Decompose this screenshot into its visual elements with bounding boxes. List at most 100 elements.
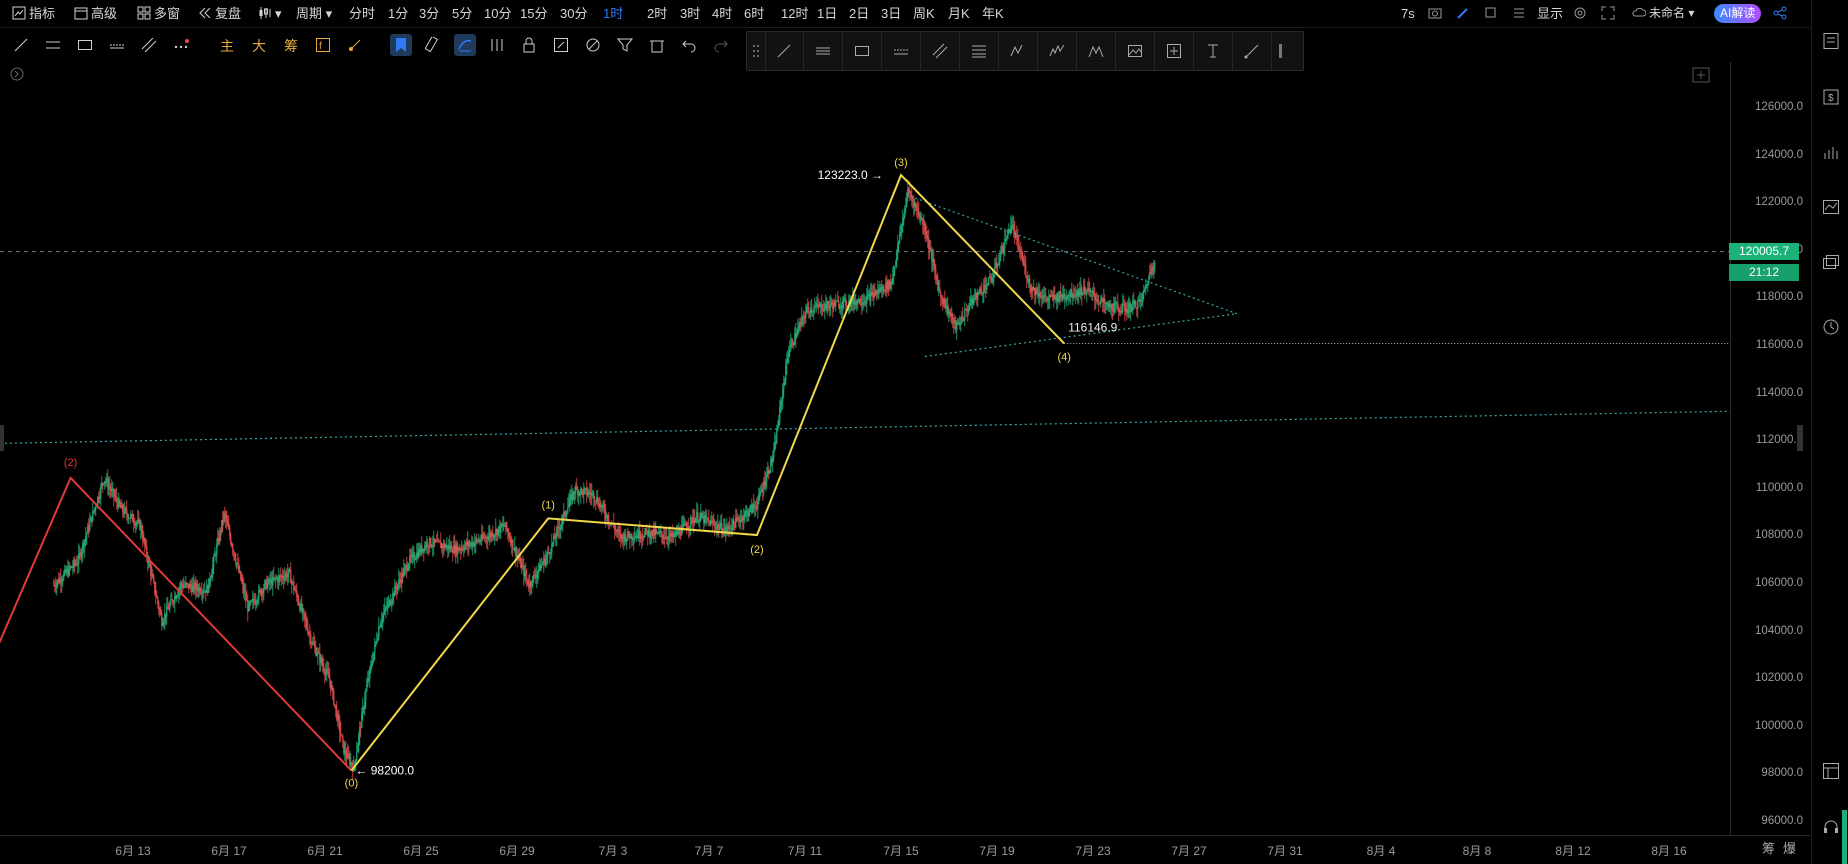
camera-icon[interactable] <box>1428 0 1445 27</box>
hline-tool-icon[interactable] <box>42 34 64 56</box>
edit-icon[interactable] <box>550 34 572 56</box>
price-chart[interactable]: (2) (0) (1) (2) (3) (4) 123223.0 → ← 98200.0 116… <box>0 62 1731 835</box>
period-9[interactable]: 3时 <box>680 0 700 27</box>
display-button[interactable]: 显示 <box>1537 0 1563 27</box>
candle-body <box>823 309 825 311</box>
candle-body <box>939 288 941 293</box>
more-tools-icon[interactable] <box>170 34 192 56</box>
depth-icon[interactable] <box>1822 198 1840 216</box>
period-16[interactable]: 周K <box>913 0 935 27</box>
scroll-indicator[interactable] <box>1842 810 1847 864</box>
candle-body <box>909 189 911 194</box>
period-14[interactable]: 2日 <box>849 0 869 27</box>
candle-body <box>333 690 335 705</box>
candle-body <box>367 679 369 686</box>
price-tick: 102000.0 <box>1755 672 1803 685</box>
period-5[interactable]: 15分 <box>520 0 547 27</box>
chips-toggle[interactable]: 筹 <box>284 36 298 56</box>
brush-icon[interactable] <box>344 34 366 56</box>
price-range-tool-icon[interactable] <box>106 34 128 56</box>
period-15[interactable]: 3日 <box>881 0 901 27</box>
replay-button[interactable]: 复盘 <box>198 0 241 27</box>
indicators-button[interactable]: 指标 <box>12 0 55 27</box>
pen-icon[interactable] <box>1456 0 1473 27</box>
candle-body <box>169 604 171 610</box>
candle-body <box>784 380 786 384</box>
bars-icon[interactable] <box>486 34 508 56</box>
period-12[interactable]: 12时 <box>781 0 808 27</box>
candle-body <box>156 595 158 598</box>
multi-window-button[interactable]: 多窗 <box>137 0 180 27</box>
layout-name-dropdown[interactable]: 未命名 ▾ <box>1632 0 1694 27</box>
period-11[interactable]: 6时 <box>744 0 764 27</box>
candle-body <box>643 537 645 539</box>
right-sidebar: $ <box>1811 0 1848 864</box>
period-13[interactable]: 1日 <box>817 0 837 27</box>
candle-body <box>306 621 308 628</box>
candle-body <box>340 732 342 736</box>
right-panel-handle[interactable] <box>1797 425 1803 451</box>
analysis-icon[interactable] <box>1822 144 1840 162</box>
candle-body <box>245 592 247 601</box>
top-toolbar: 指标 高级 多窗 复盘 ▾ 周期 ▾ 分时 1分 3分 5分 10分 15分 30分 1时 2时… <box>0 0 1848 28</box>
period-0[interactable]: 分时 <box>349 0 375 27</box>
ai-analyze-button[interactable]: AI解读 <box>1714 4 1762 23</box>
period-4[interactable]: 10分 <box>484 0 511 27</box>
filter-icon[interactable] <box>614 34 636 56</box>
headset-icon[interactable] <box>1822 818 1840 836</box>
list-icon[interactable] <box>1512 0 1529 27</box>
lock-icon[interactable] <box>518 34 540 56</box>
period-7[interactable]: 1时 <box>603 0 623 27</box>
candle-body <box>895 261 897 267</box>
fullscreen-icon[interactable] <box>1601 0 1618 27</box>
price-tick: 108000.0 <box>1755 529 1803 542</box>
settings-icon[interactable] <box>1573 0 1590 27</box>
candle-body <box>789 349 791 353</box>
share-icon[interactable] <box>1773 0 1790 27</box>
period-6[interactable]: 30分 <box>560 0 587 27</box>
big-order-toggle[interactable]: 大 <box>252 36 266 56</box>
ruler-icon[interactable] <box>422 34 444 56</box>
expand-arrow-icon[interactable] <box>10 67 24 81</box>
parallel-channel-tool-icon[interactable] <box>138 34 160 56</box>
copy-icon[interactable] <box>1484 0 1501 27</box>
candle-body <box>371 663 373 665</box>
undo-icon[interactable] <box>678 34 700 56</box>
candle-body <box>1153 266 1155 270</box>
period-1[interactable]: 1分 <box>388 0 408 27</box>
chips-label[interactable]: 筹 <box>1762 838 1775 857</box>
cards-icon[interactable] <box>1822 254 1840 272</box>
advanced-button[interactable]: 高级 <box>74 0 117 27</box>
liquidation-label[interactable]: 爆 <box>1783 838 1796 857</box>
candle-body <box>1111 304 1113 311</box>
period-2[interactable]: 3分 <box>419 0 439 27</box>
orders-icon[interactable] <box>1822 32 1840 50</box>
period-3[interactable]: 5分 <box>452 0 472 27</box>
formula-icon[interactable]: f <box>312 34 334 56</box>
bar-countdown-badge: 21:12 <box>1729 264 1799 281</box>
magnet-draw-icon[interactable] <box>454 34 476 56</box>
chart-area[interactable]: (2) (0) (1) (2) (3) (4) 123223.0 → ← 98200.0 116… <box>0 62 1731 835</box>
bookmark-icon[interactable] <box>390 34 412 56</box>
plus-grid-icon[interactable] <box>1692 67 1710 83</box>
period-10[interactable]: 4时 <box>712 0 732 27</box>
left-panel-handle[interactable] <box>0 425 4 451</box>
rectangle-tool-icon[interactable] <box>74 34 96 56</box>
link-icon[interactable] <box>582 34 604 56</box>
period-8[interactable]: 2时 <box>647 0 667 27</box>
clock-icon[interactable] <box>1822 318 1840 336</box>
time-axis[interactable]: 6月 13 6月 17 6月 21 6月 25 6月 29 7月 3 7月 7 7月 11 7月… <box>0 835 1810 864</box>
period-dropdown[interactable]: 周期 ▾ <box>296 0 332 27</box>
candle-body <box>977 293 979 300</box>
redo-icon[interactable] <box>710 34 732 56</box>
wallet-icon[interactable]: $ <box>1822 88 1840 106</box>
layout-icon[interactable] <box>1822 762 1840 780</box>
chart-type-button[interactable]: ▾ <box>258 0 282 27</box>
rewind-icon <box>199 7 211 19</box>
main-indicator-toggle[interactable]: 主 <box>220 36 234 56</box>
trendline-tool-icon[interactable] <box>10 34 32 56</box>
period-17[interactable]: 月K <box>948 0 970 27</box>
trash-icon[interactable] <box>646 34 668 56</box>
period-18[interactable]: 年K <box>982 0 1004 27</box>
wave-label-0: (0) <box>345 778 358 790</box>
